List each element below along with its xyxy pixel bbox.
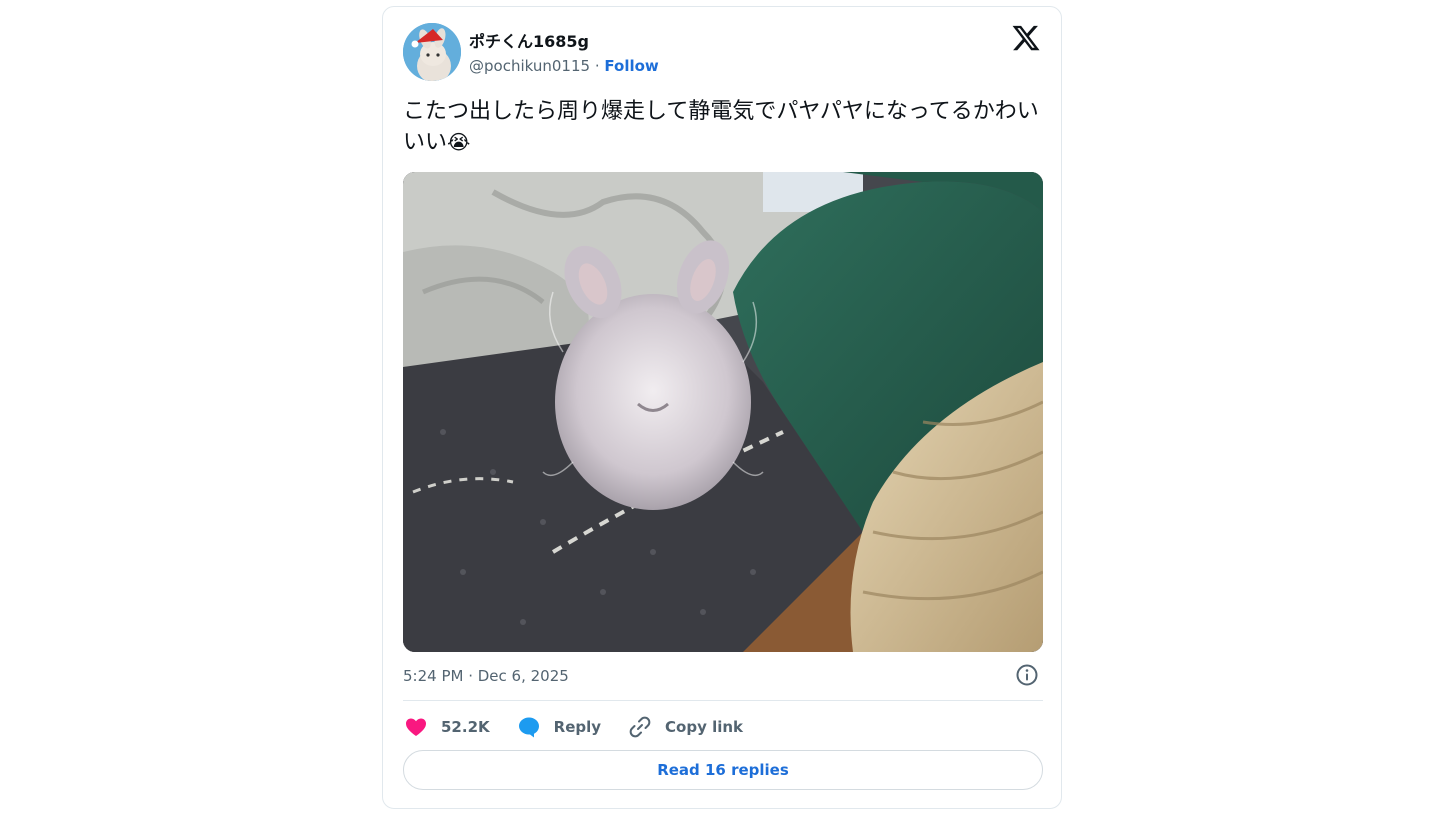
- tweet-text-block: こたつ出したら周り爆走して静電気でパヤパヤになってるかわいいい😭: [403, 97, 1043, 158]
- tweet-card: ポチくん1685g @pochikun0115 · Follow こたつ出したら…: [382, 6, 1062, 809]
- tweet-text: こたつ出したら周り爆走して静電気でパヤパヤになってるかわいいい: [403, 99, 1039, 155]
- link-icon: [627, 714, 653, 740]
- like-count: 52.2K: [441, 718, 490, 736]
- x-logo-icon[interactable]: [1011, 23, 1041, 53]
- tweet-timestamp[interactable]: 5:24 PM · Dec 6, 2025: [403, 667, 569, 685]
- reply-label: Reply: [553, 718, 602, 736]
- like-button[interactable]: 52.2K: [403, 714, 490, 740]
- avatar-image: [403, 23, 461, 81]
- heart-icon: [403, 714, 429, 740]
- read-replies-button[interactable]: Read 16 replies: [403, 750, 1043, 790]
- author-handle[interactable]: @pochikun0115: [469, 57, 590, 75]
- handle-separator: ·: [594, 57, 600, 75]
- bunny-photo-illustration: [403, 172, 1043, 652]
- divider: [403, 700, 1043, 701]
- follow-button[interactable]: Follow: [604, 57, 658, 75]
- reply-bubble-icon: [516, 714, 542, 740]
- copy-link-button[interactable]: Copy link: [627, 714, 743, 740]
- crying-emoji: 😭: [447, 130, 471, 154]
- copy-link-label: Copy link: [665, 718, 744, 736]
- author-display-name[interactable]: ポチくん1685g: [469, 28, 589, 52]
- avatar[interactable]: [403, 23, 461, 81]
- tweet-photo[interactable]: [403, 172, 1043, 652]
- reply-button[interactable]: Reply: [516, 714, 601, 740]
- info-icon[interactable]: [1015, 663, 1039, 687]
- action-bar: 52.2K Reply Copy link: [403, 713, 769, 741]
- author-handle-row: @pochikun0115 · Follow: [469, 57, 659, 75]
